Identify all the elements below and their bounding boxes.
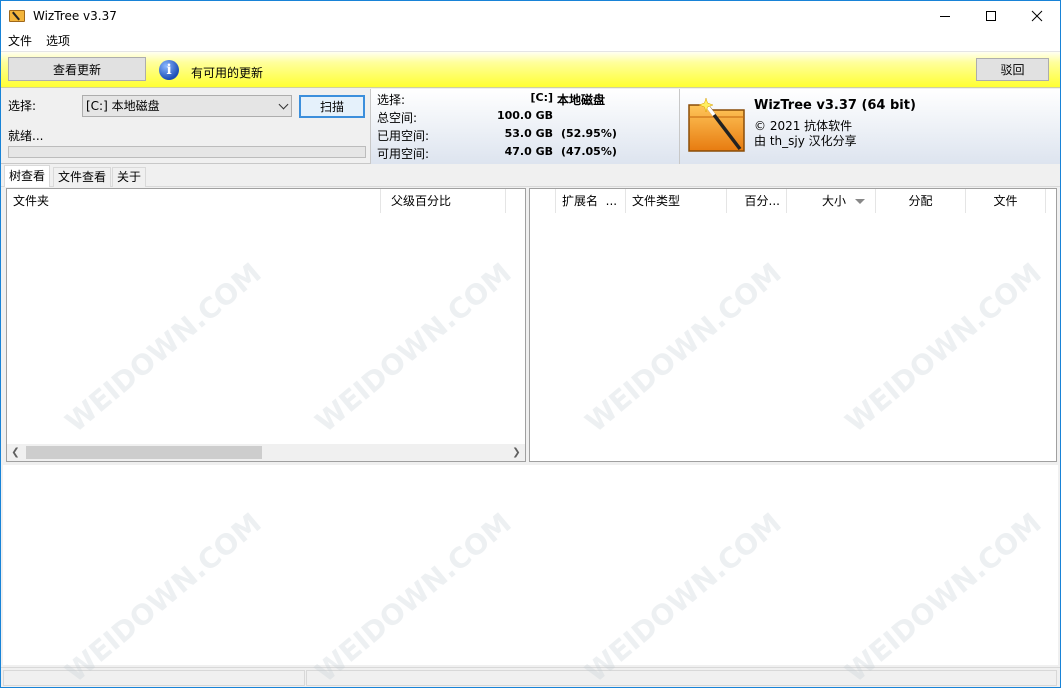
status-bar [1, 667, 1060, 687]
select-label: 选择: [8, 99, 37, 113]
stat-free-key: 可用空间: [377, 147, 430, 161]
status-cell-right [306, 670, 1057, 686]
stat-free-percent: (47.05%) [561, 145, 617, 158]
minimize-button[interactable] [922, 1, 968, 31]
status-cell-left [3, 670, 305, 686]
stat-total-key: 总空间: [377, 111, 418, 125]
stat-select-key: 选择: [377, 93, 406, 107]
drive-panel: 选择: [C:] 本地磁盘 扫描 就绪... 选择: [C:] 本地磁盘 总空间… [1, 89, 1060, 164]
col-extension-ellipsis: ... [605, 194, 618, 208]
scroll-left-icon[interactable]: ❮ [7, 444, 24, 461]
drive-dropdown-value: [C:] 本地磁盘 [86, 99, 160, 113]
menu-bar: 文件 选项 [1, 31, 1060, 51]
maximize-button[interactable] [968, 1, 1014, 31]
wiztree-logo-icon [688, 97, 745, 152]
drive-stats: 选择: [C:] 本地磁盘 总空间: 100.0 GB 已用空间: 53.0 G… [370, 89, 679, 164]
info-icon: i [159, 60, 179, 80]
tab-file-view[interactable]: 文件查看 [53, 167, 112, 187]
stat-used-value: 53.0 GB [504, 127, 553, 140]
title-bar[interactable]: WizTree v3.37 [1, 1, 1060, 31]
col-extension-label: 扩展名 [562, 194, 599, 208]
col-header-allocated[interactable]: 分配 [876, 189, 966, 213]
menu-options[interactable]: 选项 [39, 31, 77, 51]
close-button[interactable] [1014, 1, 1060, 31]
minimize-icon [940, 15, 950, 17]
window-title: WizTree v3.37 [33, 9, 117, 23]
app-window: WizTree v3.37 文件 选项 查看更新 i 有可用的更新 驳回 选择:… [0, 0, 1061, 688]
file-type-panel[interactable]: 扩展名 ... 文件类型 百分... 大小 分配 文件 [529, 188, 1057, 462]
col-header-file-type[interactable]: 文件类型 [626, 189, 727, 213]
horizontal-scrollbar[interactable]: ❮ ❯ [7, 444, 525, 461]
about-title: WizTree v3.37 (64 bit) [754, 98, 916, 113]
scan-progress-bar [8, 146, 366, 158]
menu-file[interactable]: 文件 [1, 31, 39, 51]
status-text: 就绪... [8, 129, 44, 143]
close-icon [1031, 10, 1043, 22]
stat-used-percent: (52.95%) [561, 127, 617, 140]
stat-drive-letter: [C:] [530, 91, 553, 104]
stat-free-value: 47.0 GB [504, 145, 553, 158]
dismiss-button[interactable]: 驳回 [976, 58, 1049, 81]
scan-button[interactable]: 扫描 [299, 95, 365, 118]
about-credit: 由 th_sjy 汉化分享 [754, 134, 857, 148]
col-header-folder[interactable]: 文件夹 [7, 189, 381, 213]
maximize-icon [986, 11, 996, 21]
view-tabs: 树查看 文件查看 关于 [1, 165, 1060, 187]
update-notification-bar: 查看更新 i 有可用的更新 驳回 [1, 51, 1060, 88]
col-header-percent[interactable]: 百分... [727, 189, 787, 213]
check-update-button[interactable]: 查看更新 [8, 57, 146, 81]
about-section: WizTree v3.37 (64 bit) © 2021 抗体软件 由 th_… [679, 89, 1060, 164]
col-header-files[interactable]: 文件 [966, 189, 1046, 213]
col-header-size[interactable]: 大小 [787, 189, 876, 213]
col-header-spacer [506, 189, 525, 213]
tab-about[interactable]: 关于 [112, 167, 147, 187]
col-header-parent-percent[interactable]: 父级百分比 [381, 189, 506, 213]
update-message: 有可用的更新 [191, 66, 264, 80]
tree-view-panel[interactable]: 文件夹 父级百分比 ❮ ❯ [6, 188, 526, 462]
col-header-extension[interactable]: 扩展名 ... [556, 189, 626, 213]
scroll-right-icon[interactable]: ❯ [508, 444, 525, 461]
drive-selector-section: 选择: [C:] 本地磁盘 扫描 就绪... [1, 89, 370, 164]
stat-used-key: 已用空间: [377, 129, 430, 143]
stat-total-value: 100.0 GB [496, 109, 553, 122]
col-header-color[interactable] [530, 189, 556, 213]
scroll-thumb[interactable] [26, 446, 262, 459]
chevron-down-icon [278, 99, 289, 110]
col-size-label: 大小 [821, 194, 846, 208]
tab-tree-view[interactable]: 树查看 [4, 165, 51, 187]
drive-dropdown[interactable]: [C:] 本地磁盘 [82, 95, 292, 117]
sort-descending-icon [855, 199, 865, 204]
wiztree-app-icon [9, 8, 25, 24]
stat-drive-name: 本地磁盘 [557, 93, 606, 107]
treemap-area[interactable] [3, 465, 1058, 665]
